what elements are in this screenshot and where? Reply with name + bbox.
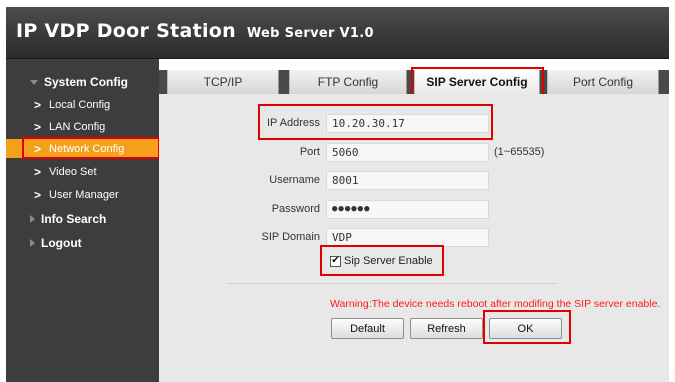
sip-server-enable-row[interactable]: ✔ Sip Server Enable <box>330 255 433 267</box>
sidebar-item-network-config[interactable]: > Network Config <box>6 139 159 158</box>
collapse-triangle-icon <box>30 239 35 247</box>
collapse-triangle-icon <box>30 215 35 223</box>
chevron-right-icon: > <box>34 141 42 156</box>
sidebar-item-video-set[interactable]: > Video Set <box>6 162 159 181</box>
app-title-text: IP VDP Door Station <box>16 20 236 42</box>
sidebar-group-info-search[interactable]: Info Search <box>6 209 159 229</box>
app-subtitle: Web Server V1.0 <box>246 26 374 41</box>
tab-label: SIP Server Config <box>426 75 528 89</box>
tab-tcpip[interactable]: TCP/IP <box>167 70 279 94</box>
reboot-warning: Warning:The device needs reboot after mo… <box>330 298 661 310</box>
port-label: Port <box>299 146 320 158</box>
password-input[interactable]: ●●●●●● <box>326 200 489 219</box>
sidebar-item-user-manager[interactable]: > User Manager <box>6 185 159 204</box>
sidebar-item-lan-config[interactable]: > LAN Config <box>6 117 159 136</box>
divider <box>226 283 556 284</box>
ip-address-input[interactable]: 10.20.30.17 <box>326 114 489 133</box>
sidebar-group-label: Logout <box>41 236 82 250</box>
sidebar-item-label: Network Config <box>49 142 125 155</box>
sip-domain-input[interactable]: VDP <box>326 228 489 247</box>
port-range-hint: (1~65535) <box>494 146 545 158</box>
sidebar-group-label: System Config <box>44 75 129 89</box>
sidebar-group-logout[interactable]: Logout <box>6 233 159 253</box>
port-input[interactable]: 5060 <box>326 143 489 162</box>
sidebar-item-label: User Manager <box>49 188 119 201</box>
sip-server-enable-checkbox[interactable]: ✔ <box>330 255 341 267</box>
chevron-right-icon: > <box>34 119 42 134</box>
tab-label: Port Config <box>572 75 634 89</box>
sidebar-item-local-config[interactable]: > Local Config <box>6 95 159 114</box>
tab-label: TCP/IP <box>203 75 243 89</box>
sidebar: System Config > Local Config > LAN Confi… <box>6 59 159 382</box>
tab-ftp-config[interactable]: FTP Config <box>289 70 407 94</box>
tab-label: FTP Config <box>317 75 379 89</box>
username-input[interactable]: 8001 <box>326 171 489 190</box>
sidebar-item-label: Local Config <box>49 98 111 111</box>
sidebar-item-label: Video Set <box>49 165 97 178</box>
ok-button[interactable]: OK <box>489 318 562 339</box>
app-title: IP VDP Door Station Web Server V1.0 <box>16 20 374 42</box>
sip-server-enable-label: Sip Server Enable <box>344 255 433 267</box>
expand-triangle-icon <box>30 79 38 85</box>
password-label: Password <box>271 203 320 215</box>
chevron-right-icon: > <box>34 187 42 202</box>
sidebar-group-system-config[interactable]: System Config <box>6 72 159 92</box>
app-header: IP VDP Door Station Web Server V1.0 <box>6 7 669 59</box>
chevron-right-icon: > <box>34 164 42 179</box>
sip-domain-label: SIP Domain <box>261 231 321 243</box>
refresh-button[interactable]: Refresh <box>410 318 483 339</box>
username-label: Username <box>269 174 320 186</box>
sidebar-item-label: LAN Config <box>49 120 106 133</box>
sidebar-group-label: Info Search <box>41 212 107 226</box>
ip-address-label: IP Address <box>267 117 320 129</box>
tab-bar: TCP/IP FTP Config SIP Server Config Port… <box>159 70 669 94</box>
tab-sip-server-config[interactable]: SIP Server Config <box>414 70 540 94</box>
default-button[interactable]: Default <box>331 318 404 339</box>
tab-port-config[interactable]: Port Config <box>547 70 659 94</box>
chevron-right-icon: > <box>34 97 42 112</box>
